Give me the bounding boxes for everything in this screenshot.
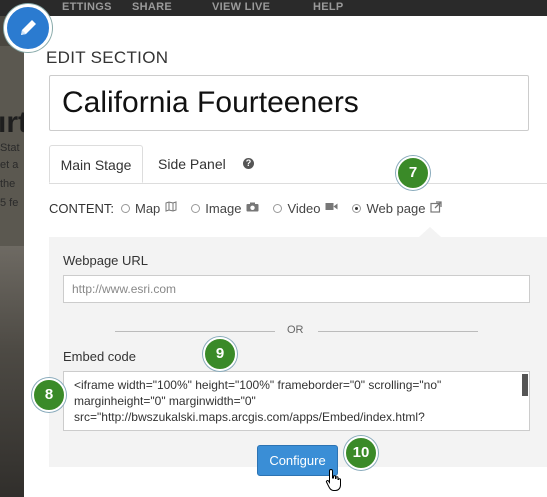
section-title-input[interactable]: California Fourteeners — [49, 75, 529, 131]
view-live-menu[interactable]: VIEW LIVE — [212, 1, 270, 13]
embed-code-line: src="http://bwszukalski.maps.arcgis.com/… — [74, 410, 425, 424]
or-label: OR — [287, 324, 304, 336]
embed-code-label: Embed code — [63, 349, 136, 364]
embed-code-line: <iframe width="100%" height="100%" frame… — [74, 378, 442, 392]
embed-scrollbar[interactable] — [522, 374, 528, 396]
option-map[interactable]: Map — [121, 201, 177, 216]
pencil-icon — [4, 4, 52, 52]
help-menu[interactable]: HELP — [313, 1, 344, 13]
step-badge-7: 7 — [396, 156, 430, 190]
radio-image[interactable] — [191, 203, 201, 213]
panel-pointer — [419, 227, 441, 237]
background-text-line: Stat — [0, 142, 20, 154]
divider-line-left — [115, 331, 275, 332]
webpage-url-input[interactable]: http://www.esri.com — [63, 275, 530, 303]
hand-cursor-icon — [325, 468, 343, 497]
background-heading: ırt — [0, 106, 24, 139]
map-icon — [165, 201, 177, 215]
radio-video[interactable] — [273, 203, 283, 213]
video-icon — [325, 202, 338, 214]
embed-code-textarea[interactable]: <iframe width="100%" height="100%" frame… — [63, 371, 530, 431]
option-web-page-label: Web page — [366, 200, 426, 216]
option-video-label: Video — [287, 200, 321, 216]
content-label: CONTENT: — [49, 200, 114, 216]
dialog-title: EDIT SECTION — [46, 48, 169, 67]
background-text-line: the — [0, 178, 16, 190]
radio-web-page[interactable] — [352, 203, 362, 213]
section-title-value: California Fourteeners — [62, 86, 359, 119]
or-divider: OR — [115, 324, 478, 338]
dialog-tabs: Main Stage Side Panel ? — [49, 145, 547, 184]
step-badge-10: 10 — [344, 436, 378, 470]
option-web-page[interactable]: Web page — [352, 200, 443, 216]
option-image[interactable]: Image — [191, 201, 259, 216]
divider-line-right — [318, 331, 478, 332]
webpage-url-label: Webpage URL — [63, 253, 149, 268]
background-text-line: et a — [0, 159, 19, 171]
camera-icon — [246, 202, 259, 215]
web-page-settings-panel: Webpage URL http://www.esri.com OR Embed… — [49, 227, 547, 476]
settings-menu[interactable]: ETTINGS — [62, 1, 112, 13]
tab-side-panel[interactable]: Side Panel — [158, 145, 226, 183]
radio-map[interactable] — [121, 203, 130, 213]
step-badge-8: 8 — [32, 378, 66, 412]
background-story-panel: ırt Stat et a the 5 fe — [0, 16, 24, 497]
background-text-line: 5 fe — [0, 197, 19, 209]
content-type-selector: CONTENT: Map Image Video Web page — [49, 198, 456, 218]
share-menu[interactable]: SHARE — [132, 1, 172, 13]
background-mountain-photo — [0, 246, 24, 497]
embed-code-line: marginheight="0" marginwidth="0" — [74, 394, 256, 408]
app-toolbar: ETTINGS SHARE VIEW LIVE HELP — [0, 0, 547, 16]
option-video[interactable]: Video — [273, 201, 338, 216]
external-link-icon — [430, 200, 443, 216]
help-icon[interactable]: ? — [243, 158, 254, 169]
step-badge-9: 9 — [203, 337, 237, 371]
option-image-label: Image — [205, 200, 242, 216]
tab-main-stage[interactable]: Main Stage — [49, 145, 143, 183]
option-map-label: Map — [135, 200, 161, 216]
